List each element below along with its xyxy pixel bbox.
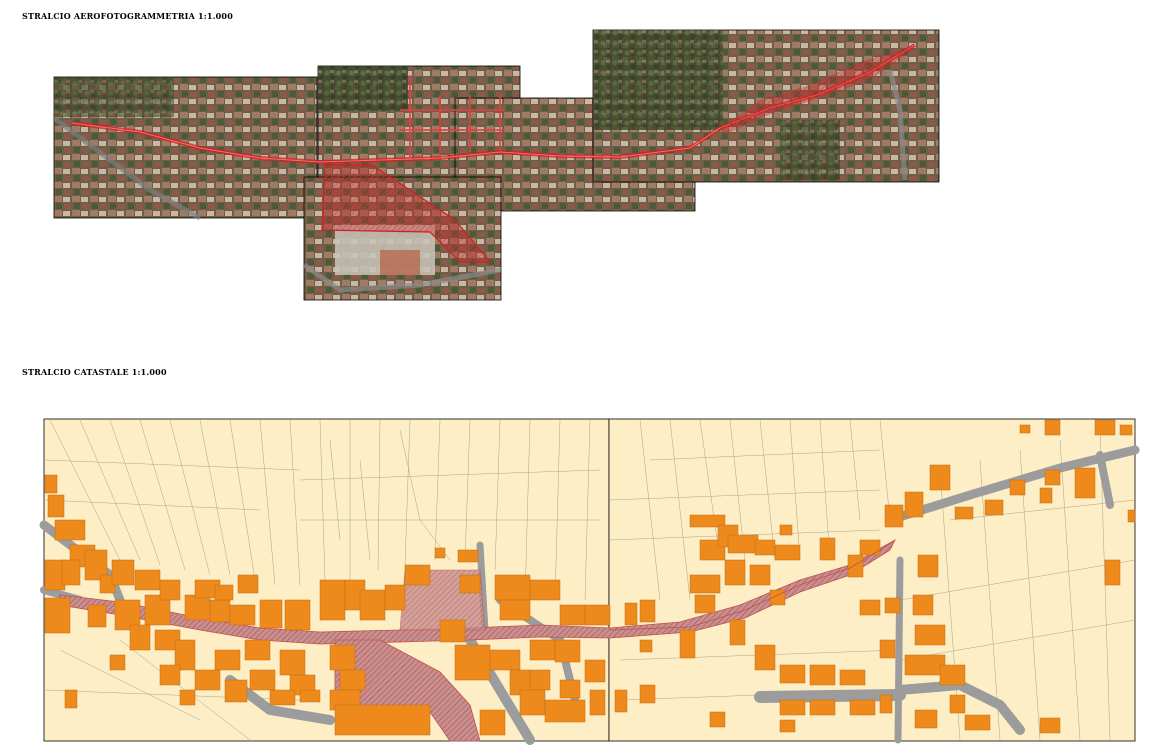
- aerial-photo-mosaic: [52, 29, 940, 301]
- cadastral-map: [39, 418, 1140, 745]
- map-canvas: [39, 29, 1140, 745]
